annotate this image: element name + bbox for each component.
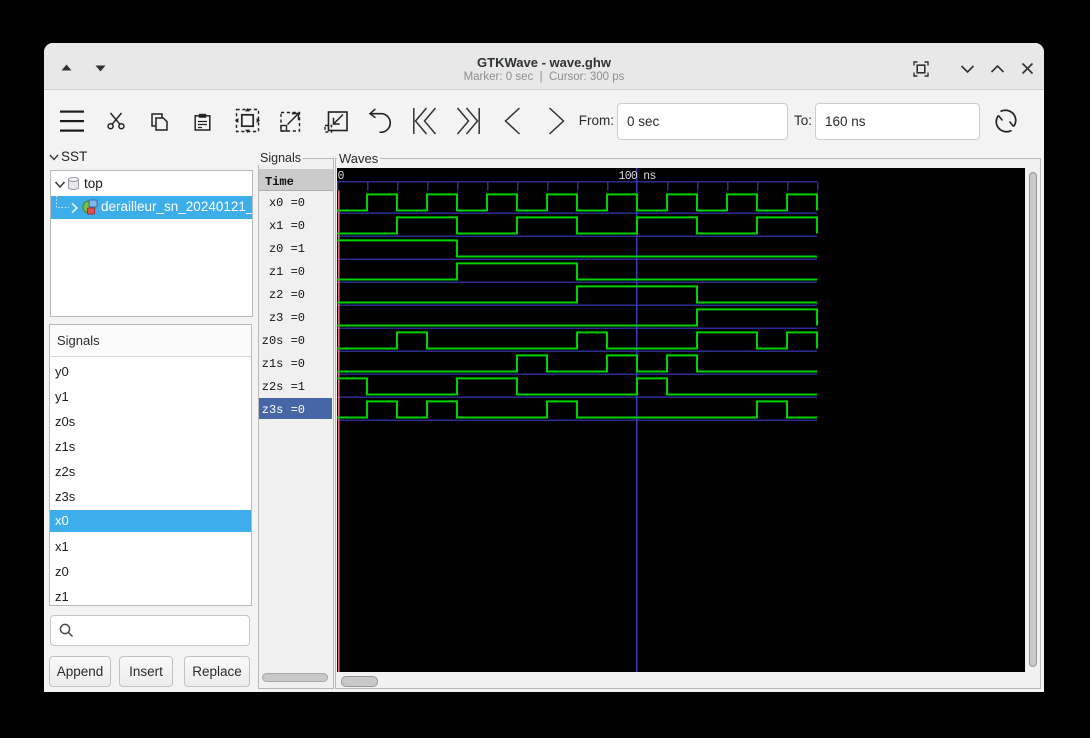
- svg-text:0: 0: [338, 170, 345, 183]
- svg-text:100 ns: 100 ns: [619, 170, 656, 183]
